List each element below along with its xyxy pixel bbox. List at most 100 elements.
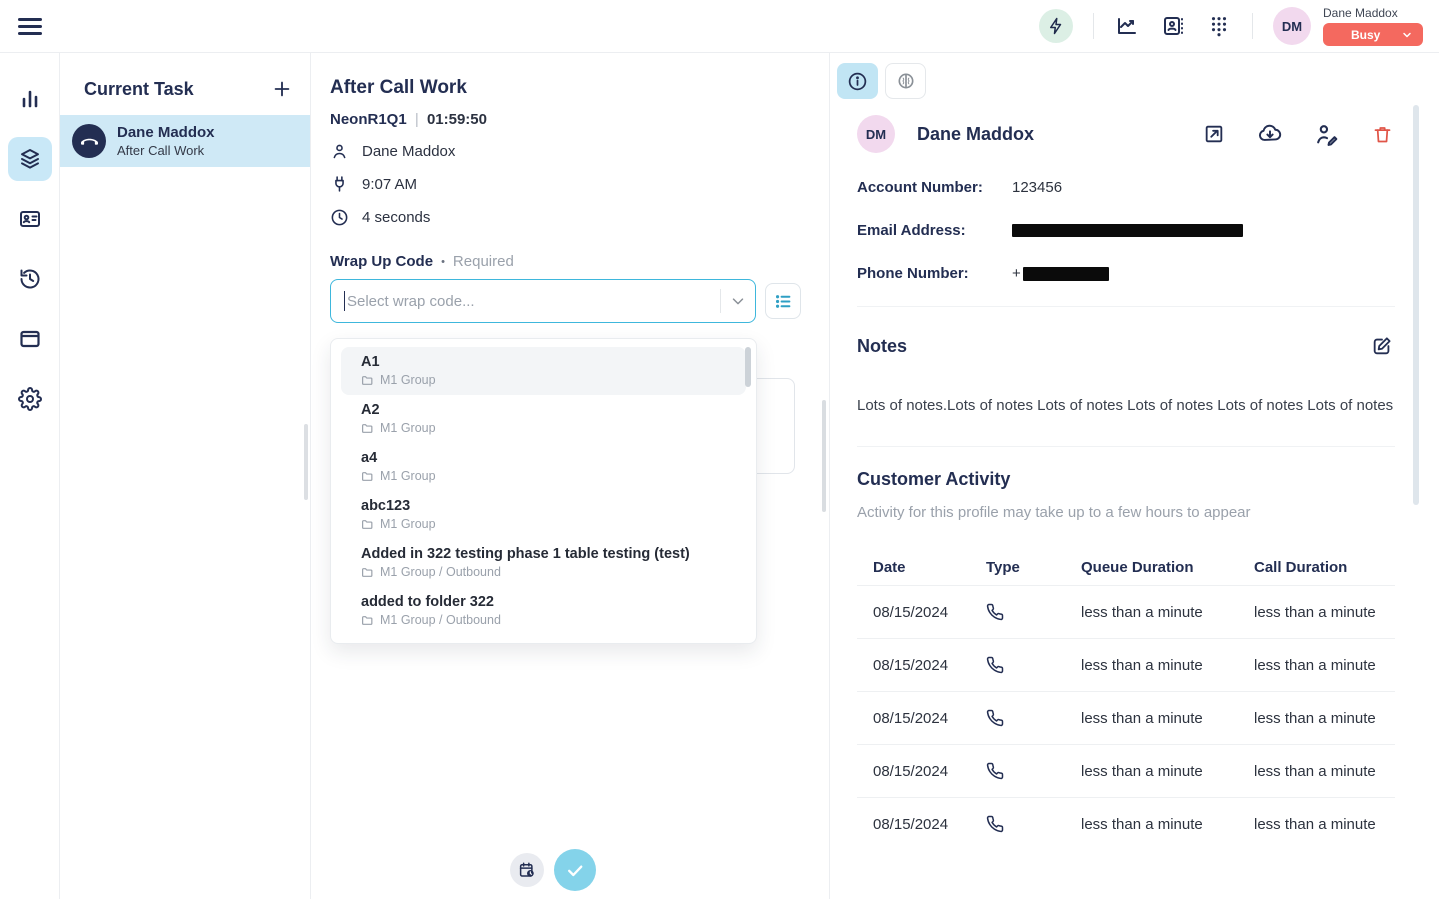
folder-path-text: M1 Group / Outbound: [380, 613, 501, 627]
nav-browser[interactable]: [8, 317, 52, 361]
dialpad-button[interactable]: [1206, 13, 1232, 39]
complete-task-button[interactable]: [554, 849, 596, 891]
browser-icon: [18, 327, 42, 351]
folder-icon: [361, 470, 374, 483]
task-list-item[interactable]: Dane Maddox After Call Work: [60, 115, 310, 167]
power-dialer-button[interactable]: [1039, 9, 1073, 43]
activity-date: 08/15/2024: [873, 710, 986, 727]
folder-icon: [361, 422, 374, 435]
activity-call-duration: less than a minute: [1254, 816, 1395, 833]
bar-chart-icon: [18, 87, 42, 111]
history-icon: [18, 267, 42, 291]
bullet: •: [441, 256, 445, 268]
wrap-code-option[interactable]: a4 M1 Group: [341, 443, 746, 491]
phone-call-icon: [986, 815, 1081, 833]
phone-prefix: +: [1012, 265, 1021, 282]
tasks-panel-title: Current Task: [84, 79, 194, 100]
chevron-down-icon[interactable]: [729, 292, 747, 310]
trash-icon: [1372, 124, 1393, 145]
calendar-clock-icon: [518, 861, 536, 879]
delete-contact-button[interactable]: [1369, 121, 1395, 147]
line-chart-icon: [1115, 14, 1139, 38]
contacts-button[interactable]: [1160, 13, 1186, 39]
option-label: abc123: [361, 498, 726, 514]
activity-date: 08/15/2024: [873, 657, 986, 674]
contact-profile-panel: DM Dane Maddox: [829, 53, 1439, 899]
person-edit-icon: [1314, 122, 1339, 147]
option-label: added to folder 322: [361, 594, 726, 610]
activity-table-row[interactable]: 08/15/2024 less than a minute less than …: [857, 797, 1395, 850]
analytics-button[interactable]: [1114, 13, 1140, 39]
redacted-email-value: [1012, 224, 1243, 237]
option-folder-path: M1 Group: [361, 517, 726, 531]
check-icon: [565, 860, 585, 880]
tasks-scrollbar[interactable]: [304, 424, 308, 500]
tab-ai-insights[interactable]: [885, 63, 926, 99]
notes-text: Lots of notes.Lots of notes Lots of note…: [857, 395, 1395, 416]
nav-tasks[interactable]: [8, 137, 52, 181]
nav-reporting[interactable]: [8, 77, 52, 121]
plug-icon: [330, 175, 349, 194]
divider: [720, 289, 721, 313]
main-scrollbar[interactable]: [822, 400, 826, 512]
contact-card-icon: [1161, 14, 1185, 38]
activity-call-duration: less than a minute: [1254, 657, 1395, 674]
status-label: Busy: [1351, 28, 1380, 42]
wrap-code-option[interactable]: Added in 322 testing phase 1 table testi…: [341, 539, 746, 587]
folder-icon: [361, 518, 374, 531]
dialpad-icon: [1208, 15, 1230, 37]
open-profile-button[interactable]: [1201, 121, 1227, 147]
phone-call-icon: [986, 656, 1081, 674]
add-task-button[interactable]: [270, 77, 294, 101]
activity-table-row[interactable]: 08/15/2024 less than a minute less than …: [857, 744, 1395, 797]
info-icon: [847, 71, 868, 92]
account-number-value: 123456: [1012, 179, 1062, 196]
nav-history[interactable]: [8, 257, 52, 301]
wrap-code-option[interactable]: A2 M1 Group: [341, 395, 746, 443]
edit-contact-button[interactable]: [1313, 121, 1339, 147]
panel-scrollbar[interactable]: [1413, 105, 1419, 505]
folder-icon: [361, 614, 374, 627]
activity-table-row[interactable]: 08/15/2024 less than a minute less than …: [857, 691, 1395, 744]
activity-table-row[interactable]: 08/15/2024 less than a minute less than …: [857, 638, 1395, 691]
acw-subtitle: NeonR1Q1 | 01:59:50: [330, 111, 829, 128]
status-dropdown[interactable]: Busy: [1323, 23, 1423, 46]
folder-icon: [361, 374, 374, 387]
schedule-callback-button[interactable]: [510, 853, 544, 887]
queue-name: NeonR1Q1: [330, 111, 407, 128]
wrap-code-option[interactable]: added to folder 322 M1 Group / Outbound: [341, 587, 746, 635]
activity-table: Date Type Queue Duration Call Duration 0…: [857, 549, 1395, 850]
activity-date: 08/15/2024: [873, 816, 986, 833]
edit-notes-button[interactable]: [1369, 333, 1395, 359]
activity-table-row[interactable]: 08/15/2024 less than a minute less than …: [857, 585, 1395, 638]
top-bar: DM Dane Maddox Busy: [0, 0, 1439, 53]
wrap-code-option[interactable]: abc123 M1 Group: [341, 491, 746, 539]
browse-wrap-codes-button[interactable]: [765, 283, 801, 319]
tab-profile-info[interactable]: [837, 63, 878, 99]
section-divider: [857, 446, 1395, 447]
phone-handset-icon: [81, 133, 98, 150]
hamburger-menu-icon[interactable]: [18, 12, 46, 40]
nav-settings[interactable]: [8, 377, 52, 421]
phone-label: Phone Number:: [857, 265, 1012, 282]
folder-path-text: M1 Group: [380, 517, 436, 531]
profile-avatar: DM: [857, 115, 895, 153]
activity-queue-duration: less than a minute: [1081, 657, 1254, 674]
download-profile-button[interactable]: [1257, 121, 1283, 147]
activity-date: 08/15/2024: [873, 763, 986, 780]
divider: [1252, 13, 1253, 39]
folder-icon: [361, 566, 374, 579]
phone-call-icon: [986, 603, 1081, 621]
task-phone-avatar: [72, 124, 106, 158]
user-avatar[interactable]: DM: [1273, 7, 1311, 45]
gear-icon: [18, 387, 42, 411]
external-link-icon: [1203, 123, 1225, 145]
wrap-code-option[interactable]: A1 M1 Group: [341, 347, 746, 395]
edit-pencil-icon: [1371, 335, 1393, 357]
wrap-code-select[interactable]: Select wrap code...: [330, 279, 756, 323]
dropdown-scrollbar[interactable]: [745, 347, 751, 387]
nav-contacts[interactable]: [8, 197, 52, 241]
activity-queue-duration: less than a minute: [1081, 604, 1254, 621]
activity-queue-duration: less than a minute: [1081, 710, 1254, 727]
folder-path-text: M1 Group / Outbound: [380, 565, 501, 579]
